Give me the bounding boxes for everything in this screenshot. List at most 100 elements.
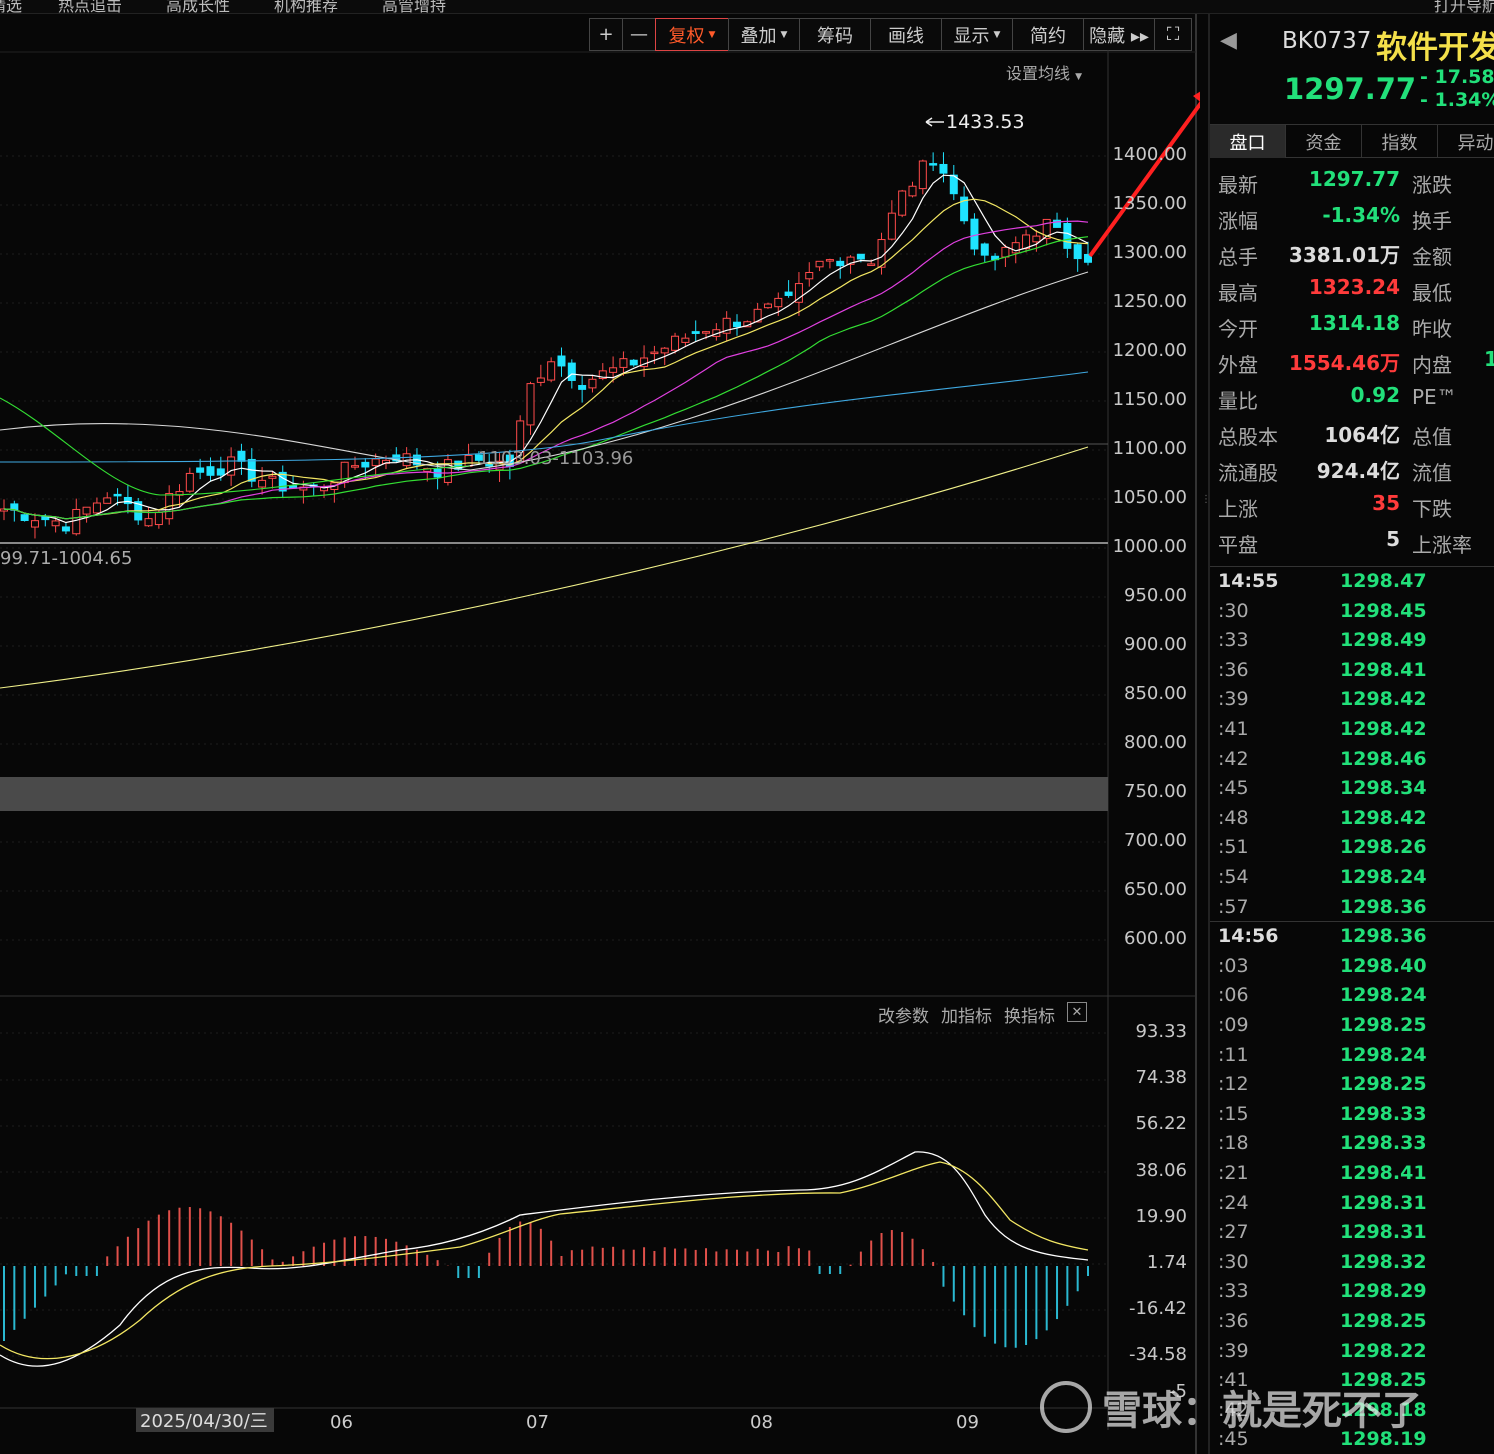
- tick-time: :30: [1218, 1250, 1249, 1273]
- quote-key-2: 内盘: [1412, 353, 1452, 377]
- price-tick-label: 950.00: [1124, 585, 1187, 606]
- add-indicator-button[interactable]: 加指标: [941, 1002, 992, 1027]
- tick-row: :24 1298.31: [1210, 1190, 1494, 1219]
- ma20-line: [3, 220, 1089, 520]
- collapse-arrow-icon[interactable]: ◀: [1220, 28, 1237, 53]
- price-tick-label: 1400.00: [1112, 144, 1187, 165]
- candle-body: [92, 502, 101, 514]
- candle-body: [836, 260, 845, 267]
- tick-time: :11: [1218, 1043, 1249, 1066]
- annotation-arrow-line: [1088, 100, 1200, 258]
- tick-time: :06: [1218, 984, 1249, 1007]
- candle-body: [681, 337, 690, 343]
- switch-indicator-button[interactable]: 换指标: [1004, 1002, 1055, 1027]
- tick-price: 1298.34: [1340, 777, 1427, 800]
- tick-price: 1298.36: [1340, 895, 1427, 918]
- price-tick-label: 850.00: [1124, 683, 1187, 704]
- stock-name: 软件开发: [1376, 30, 1494, 66]
- quote-key-2: 流值: [1412, 461, 1452, 485]
- tick-row: :33 1298.49: [1210, 627, 1494, 656]
- tick-time: :48: [1218, 806, 1249, 829]
- price-tick-label: 1250.00: [1112, 291, 1187, 312]
- candle-body: [898, 190, 907, 216]
- kline-chart[interactable]: 1433.53 1103.03-1103.96 99.71-1004.65 2025/…: [0, 0, 1200, 1454]
- tick-price: 1298.31: [1340, 1221, 1427, 1244]
- tick-divider: [1210, 566, 1494, 567]
- tick-price: 1298.42: [1340, 688, 1427, 711]
- candle-body: [732, 321, 741, 328]
- candle-body: [154, 511, 163, 526]
- tick-row: :33 1298.29: [1210, 1278, 1494, 1307]
- quote-key: 外盘: [1218, 353, 1258, 377]
- tab-index[interactable]: 指数: [1362, 125, 1438, 158]
- candle-body: [1032, 235, 1041, 243]
- tick-row: :27 1298.31: [1210, 1219, 1494, 1248]
- tick-row: :12 1298.25: [1210, 1071, 1494, 1100]
- indicator-tick-label: -34.58: [1128, 1344, 1187, 1366]
- candle-body: [908, 185, 917, 197]
- candle-body: [82, 506, 91, 515]
- quote-key: 最新: [1218, 173, 1258, 197]
- watermark: 雪球：就是死不了: [1040, 1378, 1422, 1436]
- tick-time: 14:56: [1218, 925, 1279, 948]
- indicator-tick-label: 19.90: [1135, 1205, 1187, 1227]
- tick-price: 1298.25: [1340, 1073, 1427, 1096]
- candle-body: [185, 472, 194, 492]
- candle-body: [206, 466, 215, 476]
- tick-time: :36: [1218, 658, 1249, 681]
- quote-key: 最高: [1218, 281, 1258, 305]
- indicator-tick-label: 38.06: [1135, 1159, 1187, 1181]
- quote-value: 5: [1386, 527, 1400, 551]
- candle-body: [536, 377, 545, 383]
- candle-body: [144, 518, 153, 527]
- quote-row: 总手 3381.01万 金额: [1210, 236, 1494, 272]
- quote-key-2: 下跌: [1412, 497, 1452, 521]
- tick-time: :41: [1218, 718, 1249, 740]
- quote-key-2: 上涨率: [1412, 533, 1472, 557]
- price-tick-label: 650.00: [1124, 879, 1187, 900]
- price-tick-label: 1300.00: [1112, 242, 1187, 263]
- quote-key: 涨幅: [1218, 209, 1258, 233]
- quote-key: 今开: [1218, 317, 1258, 341]
- candle-body: [629, 359, 638, 366]
- quote-value: -1.34%: [1322, 203, 1400, 227]
- quote-key: 量比: [1218, 389, 1258, 413]
- nav-item[interactable]: 打开导航: [1434, 0, 1494, 13]
- quote-key-2: 换手: [1412, 209, 1452, 233]
- tick-price: 1298.25: [1340, 1014, 1427, 1036]
- candle-body: [867, 263, 876, 266]
- tick-time: :24: [1218, 1191, 1249, 1214]
- close-icon[interactable]: ✕: [1067, 1002, 1087, 1022]
- tab-pankou[interactable]: 盘口: [1210, 125, 1286, 158]
- candle-body: [825, 259, 834, 262]
- highlight-band: [0, 777, 1108, 811]
- quote-value: 924.4亿: [1316, 459, 1400, 483]
- tick-price: 1298.36: [1340, 925, 1427, 948]
- tab-funds[interactable]: 资金: [1286, 125, 1362, 158]
- tick-row: :45 1298.34: [1210, 775, 1494, 804]
- tick-time: :57: [1218, 895, 1249, 918]
- tick-row: :36 1298.25: [1210, 1308, 1494, 1337]
- tick-row: :42 1298.46: [1210, 746, 1494, 775]
- candle-body: [970, 218, 979, 250]
- tick-row: :09 1298.25: [1210, 1012, 1494, 1041]
- drag-handle-icon[interactable]: ⋮: [1201, 494, 1211, 508]
- tick-time: 14:55: [1218, 570, 1279, 592]
- tick-time: :15: [1218, 1102, 1249, 1125]
- quote-key: 上涨: [1218, 497, 1258, 521]
- quote-value: 1314.18: [1308, 311, 1400, 335]
- tick-price: 1298.40: [1340, 954, 1427, 977]
- range-label: 1103.03-1103.96: [478, 448, 633, 469]
- tick-row: :36 1298.41: [1210, 657, 1494, 686]
- candle-body: [361, 461, 370, 468]
- quote-row: 平盘 5 上涨率: [1210, 524, 1494, 560]
- candle-body: [464, 454, 473, 467]
- candle-body: [72, 508, 81, 535]
- candle-body: [237, 450, 246, 462]
- quote-value: 1297.77: [1308, 167, 1400, 191]
- edit-params-button[interactable]: 改参数: [878, 1002, 929, 1027]
- month-label: 09: [956, 1412, 979, 1433]
- tab-anomaly[interactable]: 异动: [1438, 125, 1494, 158]
- quote-tabs: 盘口 资金 指数 异动: [1210, 124, 1494, 158]
- candle-body: [774, 297, 783, 308]
